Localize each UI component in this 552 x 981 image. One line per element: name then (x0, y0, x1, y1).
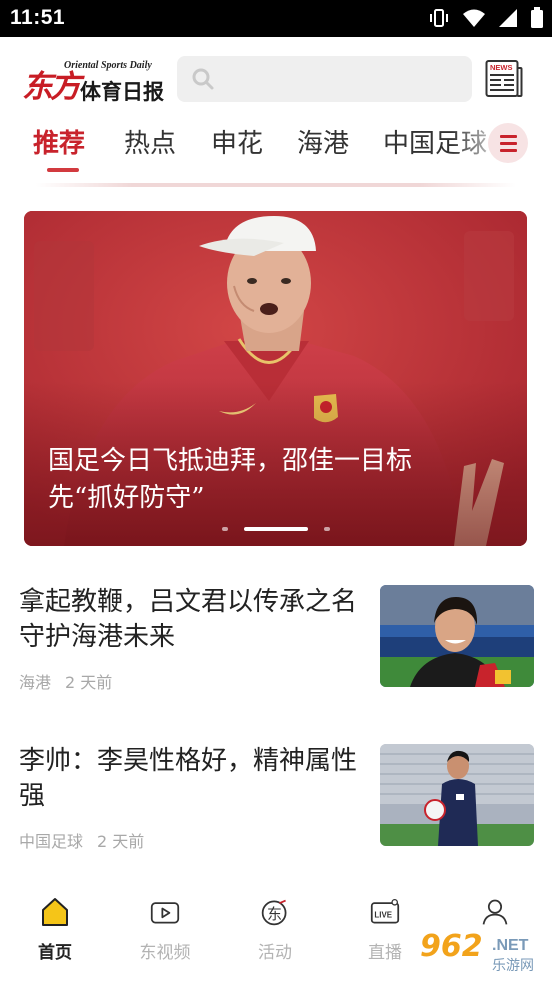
activity-icon-text: 东 (267, 905, 282, 923)
signal-icon (499, 9, 517, 27)
nav-video-label: 东视频 (139, 943, 191, 963)
profile-icon (482, 899, 508, 925)
menu-icon-line (500, 142, 517, 145)
nav-home[interactable]: 首页 (0, 884, 110, 981)
article-meta: 中国足球 2 天前 (19, 828, 144, 852)
nav-video[interactable]: 东视频 (110, 884, 220, 981)
tab-hot[interactable]: 热点 (124, 123, 176, 160)
article-item[interactable]: 拿起教鞭，吕文君以传承之名守护海港未来 海港 2 天前 (0, 585, 552, 695)
tab-divider (36, 183, 516, 187)
news-icon-label: NEWS (490, 63, 513, 72)
tab-recommended[interactable]: 推荐 (33, 123, 85, 160)
live-icon: LIVE (370, 898, 400, 924)
hero-banner[interactable]: 国足今日飞抵迪拜，邵佳一目标先“抓好防守” (24, 211, 527, 546)
article-item[interactable]: 李帅：李昊性格好，精神属性强 中国足球 2 天前 (0, 744, 552, 854)
article-headline: 拿起教鞭，吕文君以传承之名守护海港未来 (19, 587, 358, 652)
battery-icon (531, 7, 543, 28)
article-thumbnail (380, 744, 534, 846)
search-icon (192, 68, 214, 90)
status-time: 11:51 (10, 6, 66, 29)
article-time: 2 天前 (97, 832, 145, 851)
logo-english: Oriental Sports Daily (64, 60, 152, 71)
hero-title: 国足今日飞抵迪拜，邵佳一目标先“抓好防守” (48, 446, 413, 513)
watermark-suffix: .NET (492, 937, 529, 954)
menu-icon (500, 135, 517, 138)
newspaper-icon: NEWS (485, 60, 523, 97)
live-icon-text: LIVE (374, 910, 392, 919)
tab-haigang[interactable]: 海港 (297, 123, 349, 160)
status-bar: 11:51 (0, 0, 552, 37)
article-time: 2 天前 (65, 673, 113, 692)
video-icon (150, 902, 180, 924)
nav-activity[interactable]: 东 活动 (220, 884, 330, 981)
tab-shenhua[interactable]: 申花 (211, 123, 263, 160)
activity-icon: 东 (261, 899, 287, 926)
article-meta: 海港 2 天前 (19, 669, 112, 693)
article-category: 中国足球 (19, 832, 84, 851)
watermark-number: 962 (420, 929, 483, 964)
logo-name: 体育日报 (80, 80, 164, 104)
carousel-dot-active (244, 527, 308, 531)
watermark-cn: 乐游网 (492, 958, 534, 974)
category-tabs: 推荐 热点 申花 海港 中国足球 (0, 121, 552, 191)
nav-activity-label: 活动 (258, 943, 292, 963)
site-watermark: 962 .NET 乐游网 (414, 929, 548, 975)
vibrate-icon (430, 9, 448, 27)
wifi-icon (463, 9, 485, 27)
tab-indicator (47, 168, 79, 172)
app-logo[interactable]: 东方 Oriental Sports Daily 体育日报 (22, 55, 172, 105)
nav-home-label: 首页 (38, 943, 72, 963)
newspaper-button[interactable]: NEWS (485, 59, 523, 99)
home-icon (42, 898, 68, 926)
article-thumbnail (380, 585, 534, 687)
article-category: 海港 (19, 673, 52, 692)
carousel-dot (222, 527, 228, 531)
search-input[interactable] (177, 56, 472, 102)
app-header: 东方 Oriental Sports Daily 体育日报 NEWS (0, 37, 552, 121)
article-headline: 李帅：李昊性格好，精神属性强 (19, 746, 358, 811)
status-icons (428, 7, 544, 29)
carousel-dot (324, 527, 330, 531)
menu-icon-line (500, 149, 517, 152)
channel-menu-button[interactable] (488, 123, 528, 163)
